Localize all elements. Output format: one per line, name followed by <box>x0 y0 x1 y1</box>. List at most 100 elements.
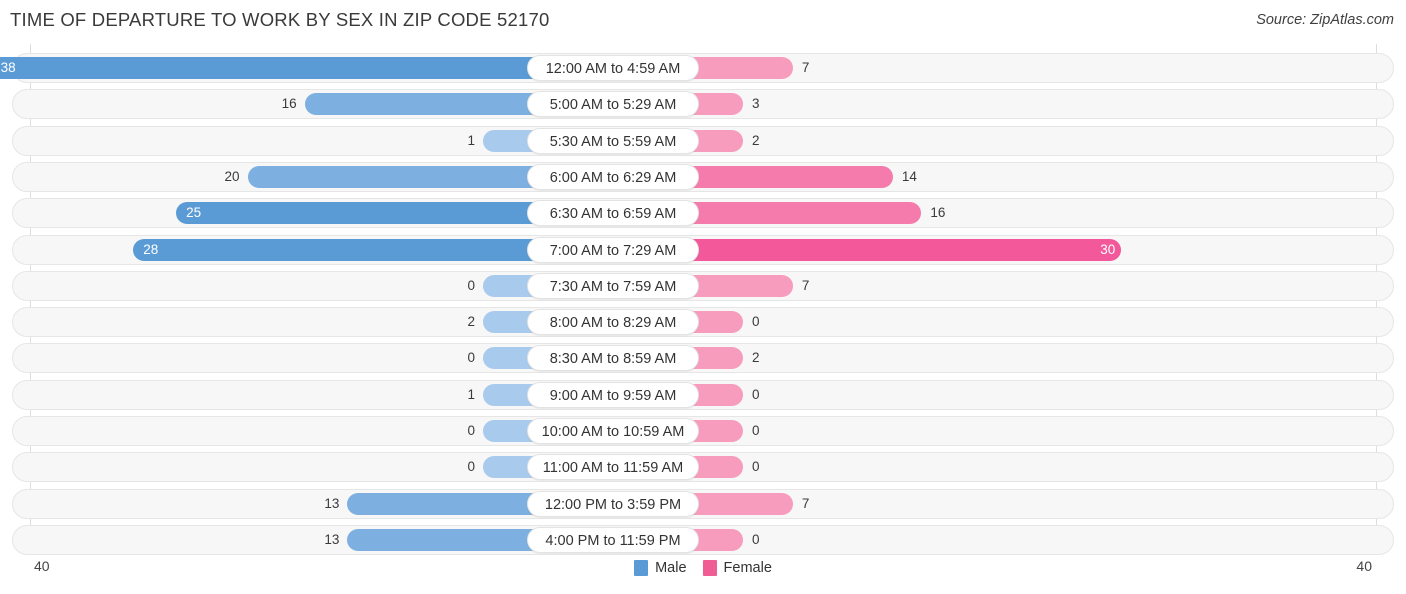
row-bars: 13 7 <box>12 489 1394 519</box>
bar-male[interactable] <box>483 129 533 152</box>
source-attribution: Source: ZipAtlas.com <box>1256 12 1394 28</box>
category-label: 8:30 AM to 8:59 AM <box>527 345 699 372</box>
bar-male[interactable] <box>483 420 533 442</box>
bar-male[interactable] <box>176 202 533 225</box>
table-row: 28 30 7:00 AM to 7:29 AM <box>12 234 1394 265</box>
plot-area: 38 7 12:00 AM to 4:59 AM 16 3 5:00 AM to 5:29… <box>0 44 1406 555</box>
bar-female[interactable] <box>693 274 793 297</box>
bar-value-female: 14 <box>901 168 917 184</box>
row-bars: 20 <box>12 307 1394 337</box>
row-bars: 00 <box>12 416 1394 446</box>
bar-female[interactable] <box>693 528 743 551</box>
bar-male[interactable] <box>347 528 533 551</box>
legend: Male Female <box>0 560 1406 576</box>
bar-value-male: 1 <box>467 386 475 402</box>
category-label: 8:00 AM to 8:29 AM <box>527 309 699 336</box>
table-row: 13 7 12:00 PM to 3:59 PM <box>12 488 1394 519</box>
bar-male[interactable] <box>483 456 533 479</box>
category-label: 7:00 AM to 7:29 AM <box>527 236 699 263</box>
bar-value-female: 0 <box>752 423 760 438</box>
legend-label-female: Female <box>723 560 772 576</box>
bar-value-male: 2 <box>467 314 475 330</box>
chart-container: TIME OF DEPARTURE TO WORK BY SEX IN ZIP … <box>0 0 1406 594</box>
bar-male[interactable] <box>483 311 533 334</box>
table-row: 2 0 8:00 AM to 8:29 AM <box>12 307 1394 338</box>
bar-value-male: 20 <box>224 168 240 184</box>
table-row: 1 2 5:30 AM to 5:59 AM <box>12 125 1394 156</box>
bar-female[interactable] <box>693 238 1122 261</box>
category-label: 10:00 AM to 10:59 AM <box>527 418 699 444</box>
bar-female[interactable] <box>693 347 743 370</box>
bar-male[interactable] <box>483 383 533 406</box>
bar-value-male: 13 <box>324 531 340 547</box>
table-row: 0 2 8:30 AM to 8:59 AM <box>12 343 1394 374</box>
bar-value-female: 0 <box>752 459 760 475</box>
bar-value-female: 7 <box>801 60 810 75</box>
bar-female[interactable] <box>693 165 893 188</box>
category-label: 9:00 AM to 9:59 AM <box>527 381 699 408</box>
bar-value-female: 2 <box>752 350 760 366</box>
bar-female[interactable] <box>693 420 743 442</box>
legend-swatch-male-icon <box>634 560 649 576</box>
bar-value-male: 25 <box>186 205 202 221</box>
row-bars: 12 <box>12 126 1394 156</box>
bar-female[interactable] <box>693 57 793 79</box>
bar-male[interactable] <box>347 492 533 515</box>
bar-value-female: 0 <box>752 314 760 330</box>
bar-value-female: 16 <box>930 205 946 221</box>
bar-female[interactable] <box>693 202 922 225</box>
bar-female[interactable] <box>693 456 743 479</box>
table-row: 20 14 6:00 AM to 6:29 AM <box>12 161 1394 192</box>
page-title: TIME OF DEPARTURE TO WORK BY SEX IN ZIP … <box>10 9 550 30</box>
table-row: 1 0 9:00 AM to 9:59 AM <box>12 379 1394 410</box>
category-label: 5:30 AM to 5:59 AM <box>527 127 699 154</box>
row-bars: 16 3 <box>12 89 1394 119</box>
bar-male[interactable] <box>247 165 533 188</box>
bar-value-male: 1 <box>467 132 475 148</box>
bar-male[interactable] <box>483 347 533 370</box>
row-bars: 20 14 <box>12 162 1394 192</box>
category-label: 12:00 AM to 4:59 AM <box>527 55 699 81</box>
bar-female[interactable] <box>693 383 743 406</box>
bar-female[interactable] <box>693 311 743 334</box>
row-bars: 38 7 <box>0 53 1394 83</box>
bar-value-female: 30 <box>1100 241 1116 257</box>
bar-male[interactable] <box>0 57 533 79</box>
category-label: 6:00 AM to 6:29 AM <box>527 163 699 190</box>
bar-value-male: 38 <box>0 60 16 75</box>
bar-female[interactable] <box>693 93 743 116</box>
legend-item-male[interactable]: Male <box>634 560 687 576</box>
bar-value-male: 0 <box>467 459 475 475</box>
chart-header: TIME OF DEPARTURE TO WORK BY SEX IN ZIP … <box>0 0 1406 40</box>
bar-value-female: 3 <box>752 96 760 112</box>
row-bars: 25 16 <box>12 198 1394 228</box>
bar-female[interactable] <box>693 129 743 152</box>
table-row: 38 7 12:00 AM to 4:59 AM <box>0 53 1394 83</box>
category-label: 12:00 PM to 3:59 PM <box>527 490 699 517</box>
category-label: 5:00 AM to 5:29 AM <box>527 91 699 118</box>
table-row: 0 0 11:00 AM to 11:59 AM <box>12 452 1394 483</box>
bar-male[interactable] <box>304 93 533 116</box>
table-row: 0 7 7:30 AM to 7:59 AM <box>12 270 1394 301</box>
bar-value-male: 0 <box>467 277 475 293</box>
bar-value-male: 0 <box>467 423 475 438</box>
bar-male[interactable] <box>133 238 533 261</box>
bar-value-female: 0 <box>752 531 760 547</box>
table-row: 25 16 6:30 AM to 6:59 AM <box>12 198 1394 229</box>
row-bars: 07 <box>12 271 1394 301</box>
bar-female[interactable] <box>693 492 793 515</box>
row-bars: 28 30 <box>12 235 1394 265</box>
legend-item-female[interactable]: Female <box>702 560 772 576</box>
bar-value-male: 0 <box>467 350 475 366</box>
category-label: 7:30 AM to 7:59 AM <box>527 272 699 299</box>
chart-footer: 40 40 Male Female <box>0 552 1406 594</box>
row-bars: 00 <box>12 452 1394 482</box>
bar-value-female: 7 <box>801 495 810 511</box>
bar-value-male: 13 <box>324 495 340 511</box>
row-bars: 13 0 <box>12 525 1394 555</box>
category-label: 11:00 AM to 11:59 AM <box>527 454 699 481</box>
bar-male[interactable] <box>483 274 533 297</box>
row-bars: 10 <box>12 380 1394 410</box>
category-label: 4:00 PM to 11:59 PM <box>527 526 699 553</box>
bar-value-female: 0 <box>752 386 760 402</box>
